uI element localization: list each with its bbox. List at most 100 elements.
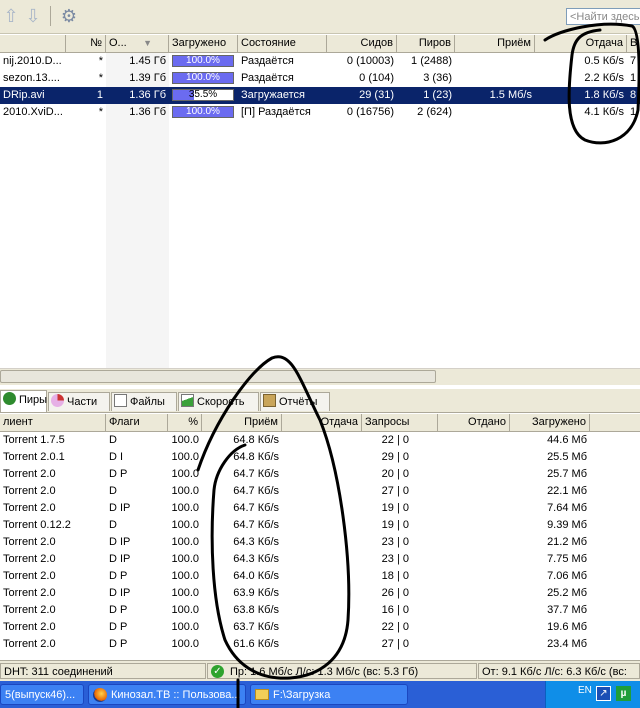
peer-cell-sent: [438, 636, 510, 653]
progress-bar: 100.0%: [172, 72, 234, 84]
peer-cell-req: 29 | 0: [381, 451, 409, 463]
col-down-speed[interactable]: Приём: [455, 35, 535, 52]
peer-cell-flags: D P: [109, 621, 128, 633]
scrollbar-thumb[interactable]: [0, 370, 436, 383]
col-percent[interactable]: %: [168, 414, 202, 431]
peer-cell-down: 64.8 Кб/s: [233, 451, 279, 463]
peer-cell-client: Torrent 2.0: [3, 536, 56, 548]
peer-cell-down: 64.0 Кб/s: [233, 570, 279, 582]
peer-cell-up: [282, 517, 362, 534]
utorrent-tray-icon[interactable]: µ: [616, 686, 631, 701]
col-number[interactable]: №: [66, 35, 106, 52]
tab-pieces[interactable]: Части: [48, 392, 110, 411]
col-sent[interactable]: Отдано: [438, 414, 510, 431]
tab-files[interactable]: Файлы: [111, 392, 177, 411]
arrow-up-icon[interactable]: ⇧: [0, 5, 22, 27]
torrent-row[interactable]: DRip.avi 1 1.36 Гб Загружается 29 (31) 1 (23)…: [0, 87, 640, 104]
col-peer-up[interactable]: Отдача: [282, 414, 362, 431]
peer-cell-pct: 100.0: [171, 638, 199, 650]
tab-logs[interactable]: Отчёты: [260, 392, 330, 411]
peer-cell-req: 20 | 0: [381, 468, 409, 480]
peer-row[interactable]: Torrent 2.0 D P 100.0 63.7 Кб/s 22 | 0 19.6 М…: [0, 619, 640, 636]
peer-row[interactable]: Torrent 0.12.2 D 100.0 64.7 Кб/s 19 | 0 9.39 …: [0, 517, 640, 534]
torrent-cell-size: 1.36 Гб: [129, 89, 166, 101]
peer-cell-flags: D IP: [109, 536, 131, 548]
col-name[interactable]: [0, 35, 66, 52]
col-size[interactable]: О... ▼: [106, 35, 169, 52]
torrent-cell-num: *: [98, 72, 103, 84]
torrent-row[interactable]: 2010.XviD... * 1.36 Гб [П] Раздаётся 0 (1675…: [0, 104, 640, 121]
taskbar-item-firefox[interactable]: Кинозал.ТВ :: Пользова...: [88, 684, 246, 705]
status-bar: DHT: 311 соединений ✓ Пр: 1.6 Мб/с Л/с: …: [0, 660, 640, 681]
peer-cell-up: [282, 534, 362, 551]
peer-cell-flags: D: [109, 519, 117, 531]
peer-cell-up: [282, 568, 362, 585]
peer-cell-flags: D I: [109, 451, 124, 463]
peer-row[interactable]: Torrent 2.0 D IP 100.0 64.3 Кб/s 23 | 0 21.2 …: [0, 534, 640, 551]
col-client[interactable]: лиент: [0, 414, 106, 431]
language-indicator[interactable]: EN: [578, 685, 592, 696]
torrent-cell-size: 1.36 Гб: [129, 106, 166, 118]
peer-cell-recv: 22.1 Мб: [547, 485, 587, 497]
torrent-cell-seeds: 29 (31): [359, 89, 394, 101]
col-seeds[interactable]: Сидов: [327, 35, 397, 52]
torrent-cell-status: Раздаётся: [241, 72, 294, 84]
peer-cell-recv: 25.2 Мб: [547, 587, 587, 599]
status-download-text: Пр: 1.6 Мб/с Л/с: 1.3 Мб/с (вс: 5.3 Гб): [230, 666, 419, 678]
col-downloaded[interactable]: Загружено: [169, 35, 238, 52]
peer-row[interactable]: Torrent 2.0.1 D I 100.0 64.8 Кб/s 29 | 0 25.5…: [0, 449, 640, 466]
col-received[interactable]: Загружено: [510, 414, 590, 431]
peer-row[interactable]: Torrent 2.0 D IP 100.0 64.7 Кб/s 19 | 0 7.64 …: [0, 500, 640, 517]
peer-row[interactable]: Torrent 2.0 D 100.0 64.7 Кб/s 27 | 0 22.1 Мб: [0, 483, 640, 500]
peer-row[interactable]: Torrent 2.0 D P 100.0 61.6 Кб/s 27 | 0 23.4 М…: [0, 636, 640, 653]
peer-cell-up: [282, 551, 362, 568]
peer-row[interactable]: Torrent 2.0 D P 100.0 64.0 Кб/s 18 | 0 7.06 М…: [0, 568, 640, 585]
peer-cell-flags: D IP: [109, 553, 131, 565]
taskbar-item-folder[interactable]: F:\Загрузка: [250, 684, 408, 705]
gear-icon[interactable]: ⚙: [58, 5, 80, 27]
search-input[interactable]: <Найти здесь>: [566, 8, 640, 25]
peer-row[interactable]: Torrent 2.0 D IP 100.0 63.9 Кб/s 26 | 0 25.2 …: [0, 585, 640, 602]
torrent-cell-size: 1.39 Гб: [129, 72, 166, 84]
peer-cell-flags: D IP: [109, 587, 131, 599]
peer-cell-sent: [438, 551, 510, 568]
peer-cell-down: 61.6 Кб/s: [233, 638, 279, 650]
peer-row[interactable]: Torrent 2.0 D P 100.0 63.8 Кб/s 16 | 0 37.7 М…: [0, 602, 640, 619]
torrent-cell-peers: 1 (2488): [411, 55, 452, 67]
status-dht: DHT: 311 соединений: [0, 663, 206, 679]
col-up-speed[interactable]: Отдача: [535, 35, 627, 52]
peer-row[interactable]: Torrent 2.0 D P 100.0 64.7 Кб/s 20 | 0 25.7 М…: [0, 466, 640, 483]
tab-speed[interactable]: Скорость: [178, 392, 259, 411]
torrent-cell-peers: 3 (36): [423, 72, 452, 84]
peer-row[interactable]: Torrent 2.0 D IP 100.0 64.3 Кб/s 23 | 0 7.75 …: [0, 551, 640, 568]
col-flags[interactable]: Флаги: [106, 414, 168, 431]
torrent-cell-extra: 7: [630, 55, 637, 67]
progress-bar: 100.0%: [172, 106, 234, 118]
peer-cell-up: [282, 602, 362, 619]
peer-row[interactable]: Torrent 1.7.5 D 100.0 64.8 Кб/s 22 | 0 44.6 М…: [0, 432, 640, 449]
peer-cell-client: Torrent 2.0: [3, 553, 56, 565]
torrent-cell-extra: 1: [630, 72, 637, 84]
peer-cell-down: 63.8 Кб/s: [233, 604, 279, 616]
progress-bar: 100.0%: [172, 55, 234, 67]
tab-peers[interactable]: Пиры: [0, 390, 47, 412]
col-status[interactable]: Состояние: [238, 35, 327, 52]
peer-cell-client: Torrent 2.0: [3, 468, 56, 480]
col-extra[interactable]: В: [627, 35, 640, 52]
horizontal-scrollbar[interactable]: [0, 368, 640, 385]
torrent-cell-num: *: [98, 55, 103, 67]
col-peer-down[interactable]: Приём: [202, 414, 282, 431]
col-peers[interactable]: Пиров: [397, 35, 455, 52]
pieces-icon: [51, 394, 64, 407]
torrent-cell-down: [455, 53, 535, 70]
torrent-cell-num: *: [98, 106, 103, 118]
torrent-row[interactable]: sezon.13.... * 1.39 Гб Раздаётся 0 (104) 3 (3…: [0, 70, 640, 87]
peer-cell-sent: [438, 449, 510, 466]
arrow-down-icon[interactable]: ⇩: [22, 5, 44, 27]
taskbar-item-1[interactable]: 5(выпуск46)...: [0, 684, 84, 705]
col-requests[interactable]: Запросы: [362, 414, 438, 431]
tab-pieces-label: Части: [67, 396, 98, 408]
torrent-row[interactable]: nij.2010.D... * 1.45 Гб Раздаётся 0 (10003) 1…: [0, 53, 640, 70]
tray-app-icon[interactable]: ↗: [596, 686, 611, 701]
torrent-cell-peers: 1 (23): [423, 89, 452, 101]
